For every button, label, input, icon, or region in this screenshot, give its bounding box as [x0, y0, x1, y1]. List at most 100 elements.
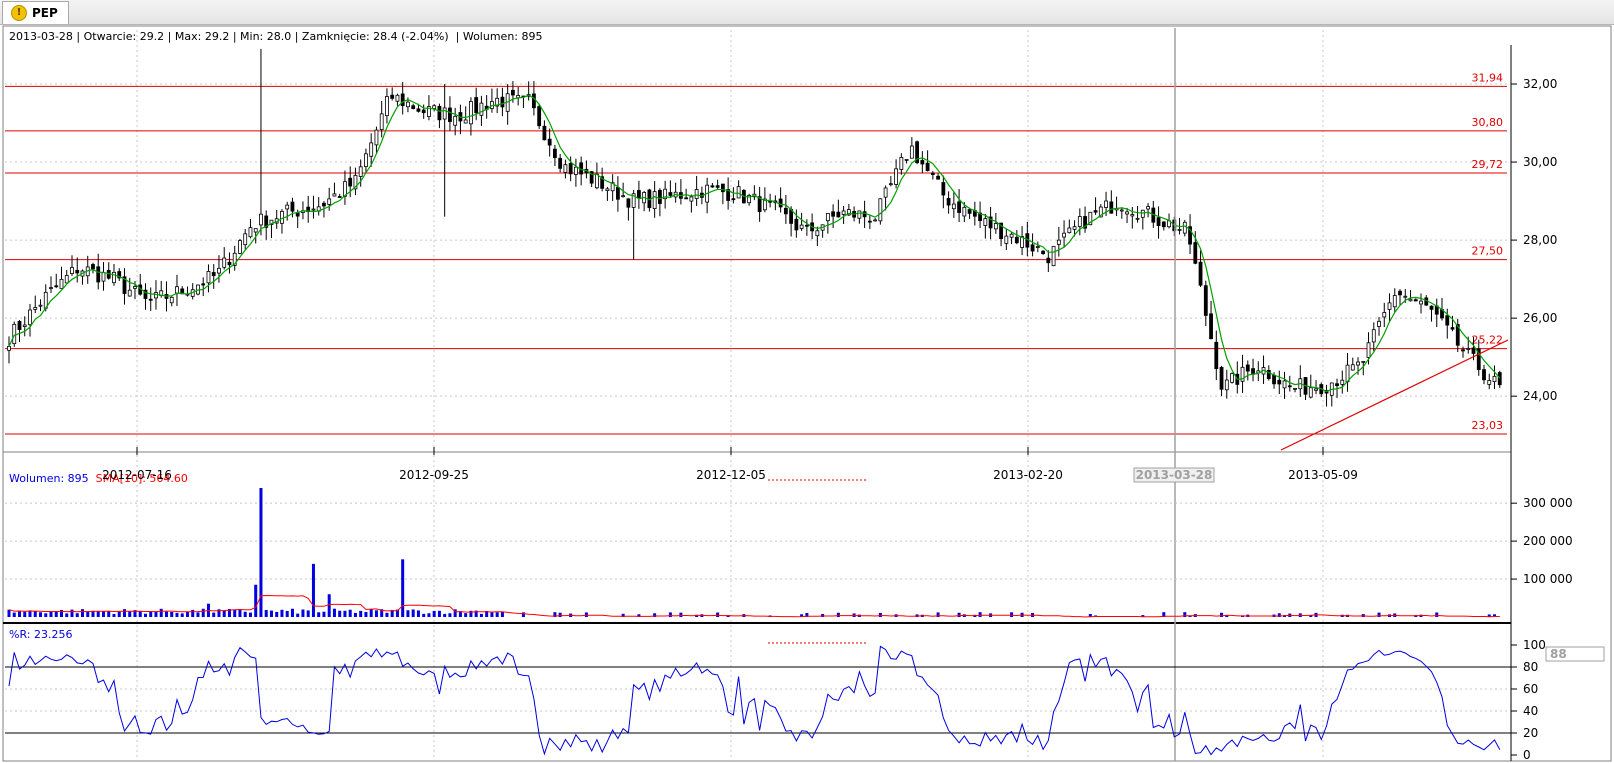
candle-body [1146, 206, 1150, 210]
candle-body [217, 267, 221, 274]
volume-bar [117, 611, 121, 617]
volume-bar [80, 609, 84, 617]
candle-body [411, 105, 416, 110]
volume-bar [280, 609, 284, 617]
volume-bar [668, 612, 672, 617]
candle-body [925, 162, 930, 172]
candle-body [96, 266, 101, 283]
candle-body [222, 257, 227, 268]
candle-body [1035, 246, 1040, 248]
candle-body [1392, 295, 1397, 308]
candle-body [1461, 349, 1465, 352]
volume-bar [101, 611, 105, 617]
candle-body [59, 278, 64, 289]
volume-bar [343, 610, 347, 617]
candle-body [668, 192, 673, 196]
candle-body [169, 296, 174, 304]
volume-bar [437, 610, 441, 617]
candle-body [888, 183, 893, 186]
candle-body [463, 119, 468, 124]
volume-bar [96, 611, 100, 617]
candle-body [1335, 383, 1339, 387]
candle-body [558, 157, 563, 169]
candle-body [904, 158, 909, 161]
candle-body [1219, 367, 1224, 390]
candle-body [794, 218, 799, 231]
candle-body [1408, 298, 1413, 302]
candle-body [201, 283, 206, 286]
candle-body [1140, 209, 1145, 218]
candle-body [1377, 320, 1381, 327]
price-sma-line [8, 94, 1501, 393]
candle-body [253, 228, 258, 233]
candle-body [930, 172, 935, 175]
crosshair-date: 2013-03-28 [1136, 468, 1213, 482]
level-label: 31,94 [1472, 71, 1504, 84]
candle-body [1272, 374, 1276, 385]
candle-body [920, 160, 925, 165]
volume-bar [327, 594, 331, 617]
volume-bar [238, 609, 242, 617]
volume-bar [406, 610, 410, 617]
candle-body [1287, 385, 1292, 388]
volume-bar [191, 609, 195, 617]
candle-body [684, 197, 689, 200]
candle-body [1046, 257, 1051, 264]
candle-body [621, 195, 626, 198]
candle-body [1004, 235, 1009, 244]
candle-body [547, 138, 552, 146]
candle-body [983, 218, 988, 226]
y-tick-label: 32,00 [1523, 77, 1557, 91]
candle-body [7, 346, 11, 351]
candle-body [390, 94, 395, 99]
candle-body [1282, 380, 1287, 389]
candle-body [1161, 221, 1166, 228]
y-tick-label: 28,00 [1523, 233, 1557, 247]
volume-bar [422, 613, 426, 617]
candle-body [1350, 364, 1355, 371]
level-label: 23,03 [1472, 419, 1504, 432]
volume-bar [432, 611, 436, 617]
volume-bar [338, 610, 342, 617]
volume-bar [65, 613, 69, 617]
candle-body [532, 93, 536, 109]
candle-body [28, 309, 32, 326]
candle-body [1067, 227, 1072, 234]
candle-body [993, 223, 998, 230]
volume-bar [7, 609, 11, 617]
candle-body [1398, 290, 1402, 296]
y-tick-label: 24,00 [1523, 389, 1557, 403]
candle-body [1203, 285, 1208, 316]
candle-body [133, 286, 137, 289]
x-tick-label: 2012-12-05 [696, 468, 766, 482]
candle-body [364, 153, 368, 168]
crosshair-value: 88 [1550, 647, 1567, 661]
volume-bar [107, 610, 111, 617]
volume-bar [164, 611, 168, 617]
candle-body [652, 191, 657, 209]
volume-bar [49, 611, 53, 617]
volume-bar [138, 611, 142, 617]
wr-tick-label: 0 [1523, 748, 1531, 762]
candle-body [1077, 216, 1082, 227]
candle-body [285, 204, 290, 210]
candle-body [804, 224, 809, 227]
candle-body [311, 208, 316, 211]
candle-body [836, 211, 841, 218]
y-tick-label: 26,00 [1523, 311, 1557, 325]
candle-body [1413, 299, 1418, 302]
candle-body [1382, 312, 1387, 318]
candle-body [1345, 364, 1350, 383]
candle-body [22, 324, 27, 328]
volume-bar [254, 584, 258, 617]
candle-body [406, 101, 410, 108]
candle-body [967, 209, 972, 214]
stock-chart[interactable]: 2012-07-16 2012-09-25 2012-12-05 2013-02-20… [0, 0, 1614, 763]
candle-body [479, 102, 484, 116]
level-label: 27,50 [1472, 245, 1504, 258]
volume-bar [296, 613, 300, 617]
candle-body [385, 96, 389, 117]
candle-body [563, 164, 568, 173]
volume-bar [128, 611, 132, 617]
candle-body [962, 206, 967, 217]
